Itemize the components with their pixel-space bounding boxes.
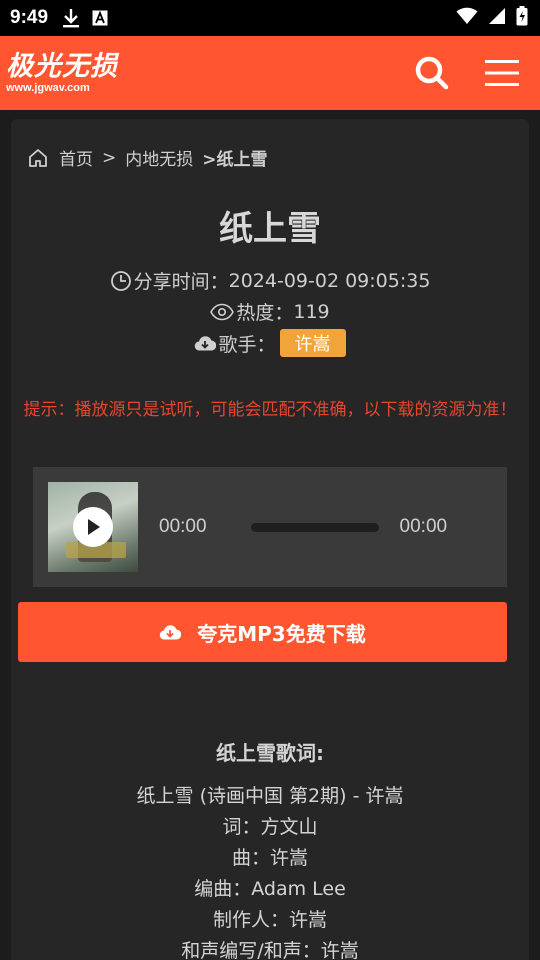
top-header: 极光无损 www.jgwav.com bbox=[0, 36, 540, 110]
search-icon bbox=[415, 56, 449, 90]
lyrics-line: 编曲：Adam Lee bbox=[194, 878, 346, 900]
singer-row: 歌手： 许嵩 bbox=[11, 329, 529, 357]
eye-icon bbox=[210, 303, 235, 320]
breadcrumb-category[interactable]: 内地无损 bbox=[125, 145, 193, 170]
album-cover bbox=[48, 482, 138, 572]
lyrics-title: 纸上雪歌词: bbox=[216, 741, 324, 765]
text-a-icon bbox=[92, 10, 108, 26]
share-time-row: 分享时间： 2024-09-02 09:05:35 bbox=[11, 267, 529, 294]
cloud-download-icon bbox=[160, 625, 182, 640]
audio-player: 00:00 00:00 bbox=[33, 467, 507, 587]
home-icon[interactable] bbox=[28, 148, 48, 168]
hot-row: 热度： 119 bbox=[11, 298, 529, 325]
play-icon bbox=[88, 519, 100, 535]
lyrics-line: 和声编写/和声：许嵩 bbox=[181, 940, 359, 960]
play-notice: 提示：播放源只是试听，可能会匹配不准确，以下载的资源为准！ bbox=[23, 400, 517, 420]
wifi-icon bbox=[456, 7, 478, 29]
share-time-label: 分享时间： bbox=[133, 271, 229, 293]
play-button[interactable] bbox=[73, 507, 113, 547]
lyrics-line: 词：方文山 bbox=[222, 816, 318, 838]
breadcrumb-separator: > bbox=[102, 147, 117, 168]
logo-url: www.jgwav.com bbox=[6, 81, 90, 94]
content-card: 首页 > 内地无损 >纸上雪 纸上雪 分享时间： 2024-09-02 09:0… bbox=[11, 119, 529, 960]
cloud-download-icon bbox=[195, 336, 217, 351]
breadcrumb: 首页 > 内地无损 >纸上雪 bbox=[28, 145, 268, 170]
signal-icon bbox=[488, 7, 506, 29]
duration-time: 00:00 bbox=[399, 516, 448, 537]
quark-download-button[interactable]: 夸克MP3免费下载 bbox=[18, 602, 507, 662]
lyrics-line: 纸上雪 (诗画中国 第2期) - 许嵩 bbox=[136, 785, 404, 807]
lyrics-line: 曲：许嵩 bbox=[231, 847, 308, 869]
hot-label: 热度： bbox=[236, 302, 294, 324]
download-icon bbox=[62, 8, 80, 28]
current-time: 00:00 bbox=[159, 516, 207, 537]
song-title: 纸上雪 bbox=[219, 209, 321, 249]
search-button[interactable] bbox=[412, 53, 452, 93]
share-time-value: 2024-09-02 09:05:35 bbox=[228, 269, 431, 292]
hot-value: 119 bbox=[293, 300, 330, 323]
singer-tag[interactable]: 许嵩 bbox=[279, 329, 346, 357]
status-time: 9:49 bbox=[10, 7, 49, 28]
status-bar: 9:49 bbox=[0, 0, 540, 36]
download-button-label: 夸克MP3免费下载 bbox=[197, 621, 366, 646]
battery-icon bbox=[516, 6, 528, 30]
breadcrumb-current: >纸上雪 bbox=[202, 150, 268, 170]
menu-button[interactable] bbox=[482, 53, 522, 93]
breadcrumb-home[interactable]: 首页 bbox=[59, 145, 93, 170]
site-logo[interactable]: 极光无损 www.jgwav.com bbox=[6, 53, 118, 94]
singer-label: 歌手： bbox=[218, 333, 276, 356]
lyrics-line: 制作人：许嵩 bbox=[212, 909, 327, 931]
logo-text: 极光无损 bbox=[6, 50, 118, 82]
progress-bar[interactable] bbox=[250, 522, 379, 532]
lyrics-body: 纸上雪 (诗画中国 第2期) - 许嵩 词：方文山 曲：许嵩 编曲：Adam L… bbox=[11, 781, 529, 960]
menu-icon bbox=[485, 60, 519, 86]
clock-icon bbox=[110, 270, 131, 291]
